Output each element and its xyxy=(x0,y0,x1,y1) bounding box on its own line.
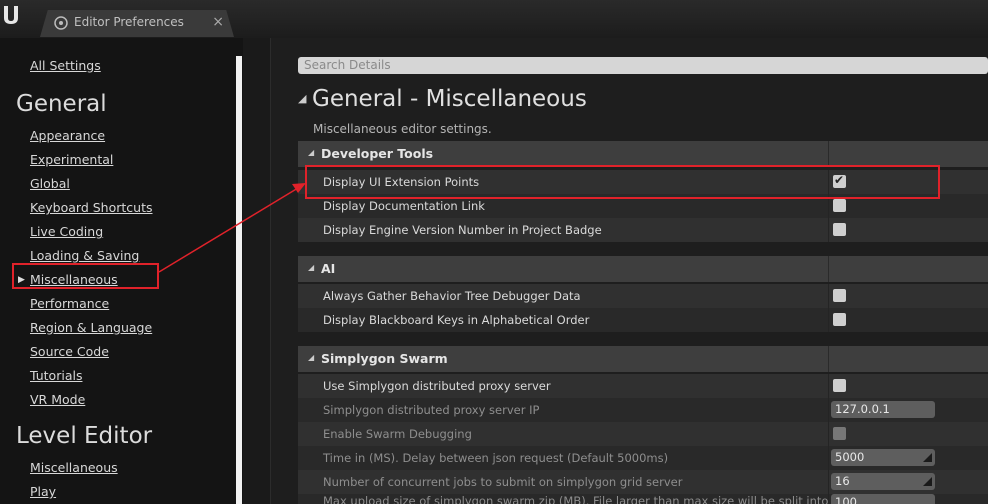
page-description: Miscellaneous editor settings. xyxy=(313,122,492,136)
sidebar-item-live-coding[interactable]: Live Coding xyxy=(30,224,103,239)
setting-row-gather-bt-debugger-data: Always Gather Behavior Tree Debugger Dat… xyxy=(298,284,988,308)
highlight-box-ui-extension-points xyxy=(305,165,940,199)
sidebar-item-level-miscellaneous[interactable]: Miscellaneous xyxy=(30,460,118,475)
json-request-delay-input[interactable]: 5000 xyxy=(831,449,935,466)
setting-row-max-upload-size: Max upload size of simplygon swarm zip (… xyxy=(298,494,988,504)
blackboard-keys-alphabetical-checkbox[interactable] xyxy=(833,313,846,326)
spin-handle-icon[interactable] xyxy=(923,453,932,462)
sidebar-item-keyboard-shortcuts[interactable]: Keyboard Shortcuts xyxy=(30,200,153,215)
setting-label: Display Blackboard Keys in Alphabetical … xyxy=(323,313,590,327)
setting-row-blackboard-keys-alphabetical: Display Blackboard Keys in Alphabetical … xyxy=(298,308,988,332)
sidebar-item-global[interactable]: Global xyxy=(30,176,70,191)
sidebar-heading-general: General xyxy=(16,91,107,117)
sidebar-scrollbar[interactable] xyxy=(236,56,242,504)
sidebar-heading-level-editor: Level Editor xyxy=(16,423,153,449)
setting-row-json-request-delay: Time in (MS). Delay between json request… xyxy=(298,446,988,470)
collapse-arrow-icon[interactable]: ◢ xyxy=(308,353,314,362)
setting-label: Max upload size of simplygon swarm zip (… xyxy=(323,494,873,504)
field-value: 100 xyxy=(835,495,857,504)
setting-row-simplygon-proxy-ip: Simplygon distributed proxy server IP 12… xyxy=(298,398,988,422)
unreal-logo-icon[interactable] xyxy=(2,4,22,26)
concurrent-jobs-input[interactable]: 16 xyxy=(831,473,935,490)
page-title: General - Miscellaneous xyxy=(312,86,587,112)
search-input[interactable]: Search Details xyxy=(298,57,988,74)
setting-row-use-simplygon-proxy: Use Simplygon distributed proxy server xyxy=(298,374,988,398)
sidebar-item-source-code[interactable]: Source Code xyxy=(30,344,109,359)
tab-title: Editor Preferences xyxy=(74,15,184,29)
field-value: 5000 xyxy=(835,450,865,464)
simplygon-proxy-ip-input[interactable]: 127.0.0.1 xyxy=(831,401,935,418)
category-label: AI xyxy=(321,261,336,276)
sidebar-item-tutorials[interactable]: Tutorials xyxy=(30,368,82,383)
sidebar-item-region-language[interactable]: Region & Language xyxy=(30,320,152,335)
field-value: 16 xyxy=(835,474,850,488)
setting-label: Number of concurrent jobs to submit on s… xyxy=(323,475,683,489)
sidebar-item-performance[interactable]: Performance xyxy=(30,296,109,311)
section-collapse-icon[interactable]: ◢ xyxy=(298,92,306,105)
setting-label: Always Gather Behavior Tree Debugger Dat… xyxy=(323,289,581,303)
category-ai[interactable]: ◢ AI xyxy=(298,256,988,282)
display-documentation-link-checkbox[interactable] xyxy=(833,199,846,212)
use-simplygon-proxy-checkbox[interactable] xyxy=(833,379,846,392)
setting-label: Use Simplygon distributed proxy server xyxy=(323,379,551,393)
sidebar-item-vr-mode[interactable]: VR Mode xyxy=(30,392,85,407)
sidebar-item-loading-saving[interactable]: Loading & Saving xyxy=(30,248,139,263)
sidebar-item-play[interactable]: Play xyxy=(30,484,56,499)
category-simplygon-swarm[interactable]: ◢ Simplygon Swarm xyxy=(298,346,988,372)
panel-splitter[interactable] xyxy=(243,38,271,504)
category-developer-tools[interactable]: ◢ Developer Tools xyxy=(298,141,988,167)
editor-preferences-icon xyxy=(54,16,68,30)
setting-label: Display Documentation Link xyxy=(323,199,485,213)
sidebar-item-appearance[interactable]: Appearance xyxy=(30,128,105,143)
sidebar-all-settings[interactable]: All Settings xyxy=(30,58,101,73)
setting-label: Simplygon distributed proxy server IP xyxy=(323,403,540,417)
spin-handle-icon[interactable] xyxy=(923,477,932,486)
category-label: Simplygon Swarm xyxy=(321,351,448,366)
display-engine-version-checkbox[interactable] xyxy=(833,223,846,236)
setting-label: Time in (MS). Delay between json request… xyxy=(323,451,669,465)
gather-bt-debugger-data-checkbox[interactable] xyxy=(833,289,846,302)
collapse-arrow-icon[interactable]: ◢ xyxy=(308,148,314,157)
setting-row-display-engine-version: Display Engine Version Number in Project… xyxy=(298,218,988,242)
tab-editor-preferences[interactable]: Editor Preferences × xyxy=(40,10,234,37)
highlight-box-miscellaneous xyxy=(12,263,159,289)
max-upload-size-input[interactable]: 100 xyxy=(831,494,935,504)
setting-label: Display Engine Version Number in Project… xyxy=(323,223,602,237)
setting-row-concurrent-jobs: Number of concurrent jobs to submit on s… xyxy=(298,470,988,494)
setting-label: Enable Swarm Debugging xyxy=(323,427,472,441)
collapse-arrow-icon[interactable]: ◢ xyxy=(308,263,314,272)
close-icon[interactable]: × xyxy=(212,14,224,30)
sidebar-item-experimental[interactable]: Experimental xyxy=(30,152,113,167)
setting-row-enable-swarm-debugging: Enable Swarm Debugging xyxy=(298,422,988,446)
title-bar: Editor Preferences × xyxy=(0,0,988,38)
enable-swarm-debugging-checkbox[interactable] xyxy=(833,427,846,440)
category-label: Developer Tools xyxy=(321,146,434,161)
